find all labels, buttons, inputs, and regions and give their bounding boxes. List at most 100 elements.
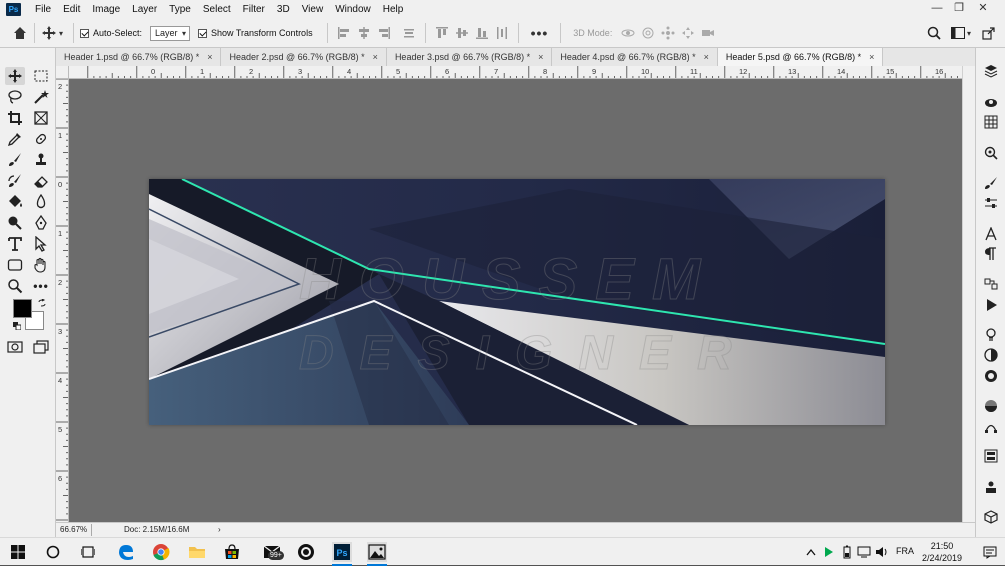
3d-orbit-icon[interactable] [621, 26, 635, 40]
menu-select[interactable]: Select [197, 0, 237, 19]
chrome-icon[interactable] [151, 542, 171, 562]
align-middle-icon[interactable] [455, 26, 469, 40]
clock[interactable]: 21:50 2/24/2019 [919, 540, 965, 564]
horizontal-ruler[interactable]: 0 1 2 3 4 5 6 7 8 9 10 11 12 13 14 15 16 [69, 66, 962, 79]
paragraph-panel-icon[interactable] [984, 247, 998, 261]
foreground-color-swatch[interactable] [13, 299, 32, 318]
vertical-scrollbar[interactable] [962, 66, 975, 522]
character-panel-icon[interactable] [984, 227, 998, 241]
play-tray-icon[interactable] [822, 542, 836, 562]
more-options-icon[interactable]: ••• [531, 25, 549, 41]
cortana-search-icon[interactable] [43, 542, 63, 562]
close-window-button[interactable]: ✕ [972, 0, 994, 19]
photoshop-logo-icon[interactable]: Ps [6, 3, 21, 16]
store-icon[interactable] [222, 542, 242, 562]
tab-header-1[interactable]: Header 1.psd @ 66.7% (RGB/8) * × [56, 48, 222, 66]
menu-layer[interactable]: Layer [126, 0, 163, 19]
menu-3d[interactable]: 3D [271, 0, 296, 19]
3d-cube-icon[interactable] [984, 510, 998, 524]
eyedropper-tool-icon[interactable] [5, 130, 25, 148]
auto-select-checkbox[interactable] [80, 28, 89, 38]
paths-panel-icon[interactable] [984, 419, 998, 433]
tab-header-5[interactable]: Header 5.psd @ 66.7% (RGB/8) * × [717, 48, 884, 66]
artwork-canvas[interactable]: HOUSSEM DESIGNER [149, 179, 885, 425]
healing-brush-tool-icon[interactable] [31, 130, 51, 148]
channels-panel-icon[interactable] [984, 115, 998, 129]
menu-type[interactable]: Type [163, 0, 197, 19]
marquee-tool-icon[interactable] [31, 67, 51, 85]
align-center-icon[interactable] [357, 26, 371, 40]
default-colors-icon[interactable] [13, 322, 22, 331]
distribute-vertical-icon[interactable] [495, 26, 509, 40]
brush-tool-icon[interactable] [5, 151, 25, 169]
zoom-tool-icon[interactable] [5, 277, 25, 295]
close-tab-icon[interactable]: × [704, 48, 709, 66]
screen-mode-icon[interactable] [31, 338, 51, 356]
hand-tool-icon[interactable] [31, 256, 51, 274]
zoom-level[interactable]: 66.67% [60, 524, 92, 536]
share-icon[interactable] [982, 26, 996, 40]
restore-button[interactable]: ❐ [948, 0, 970, 19]
file-explorer-icon[interactable] [187, 542, 207, 562]
align-left-icon[interactable] [337, 26, 351, 40]
notifications-icon[interactable] [980, 542, 1000, 562]
align-top-icon[interactable] [435, 26, 449, 40]
language-indicator[interactable]: FRA [896, 546, 914, 556]
navigator-panel-icon[interactable] [984, 146, 998, 160]
workspace-icon[interactable]: ▾ [951, 26, 973, 40]
photoshop-taskbar-icon[interactable]: Ps [332, 542, 352, 566]
3d-drag-icon[interactable] [661, 26, 675, 40]
distribute-icon[interactable] [402, 26, 416, 40]
obs-icon[interactable] [296, 542, 316, 562]
tab-header-2[interactable]: Header 2.psd @ 66.7% (RGB/8) * × [221, 48, 387, 66]
play-action-icon[interactable] [984, 298, 998, 312]
close-tab-icon[interactable]: × [207, 48, 212, 66]
pen-tool-icon[interactable] [31, 214, 51, 232]
layers-panel-icon[interactable] [984, 64, 998, 78]
lasso-tool-icon[interactable] [5, 88, 25, 106]
ruler-origin[interactable] [56, 66, 69, 79]
adjustments-panel-icon[interactable] [984, 196, 998, 210]
tab-header-3[interactable]: Header 3.psd @ 66.7% (RGB/8) * × [387, 48, 553, 66]
volume-icon[interactable] [875, 542, 889, 562]
dodge-tool-icon[interactable] [5, 214, 25, 232]
search-icon[interactable] [927, 26, 941, 40]
paint-bucket-tool-icon[interactable] [5, 193, 25, 211]
styles-panel-icon[interactable] [984, 399, 998, 413]
menu-help[interactable]: Help [377, 0, 410, 19]
move-tool-icon[interactable] [5, 67, 25, 85]
history-brush-tool-icon[interactable] [5, 172, 25, 190]
crop-tool-icon[interactable] [5, 109, 25, 127]
align-bottom-icon[interactable] [475, 26, 489, 40]
close-tab-icon[interactable]: × [869, 48, 874, 66]
task-view-icon[interactable] [78, 542, 98, 562]
rectangle-tool-icon[interactable] [5, 256, 25, 274]
auto-select-dropdown[interactable]: Layer ▾ [150, 25, 191, 41]
windows-start-icon[interactable] [8, 542, 28, 562]
menu-edit[interactable]: Edit [57, 0, 86, 19]
chevron-up-icon[interactable] [804, 542, 818, 562]
move-tool-preset-icon[interactable]: ▾ [41, 25, 67, 41]
close-tab-icon[interactable]: × [538, 48, 543, 66]
color-panel-icon[interactable] [984, 348, 998, 362]
menu-image[interactable]: Image [86, 0, 126, 19]
align-right-icon[interactable] [377, 26, 391, 40]
path-selection-tool-icon[interactable] [31, 235, 51, 253]
menu-window[interactable]: Window [329, 0, 377, 19]
canvas-area[interactable]: HOUSSEM DESIGNER [69, 79, 962, 522]
battery-icon[interactable] [840, 542, 854, 562]
swap-colors-icon[interactable] [38, 298, 46, 307]
3d-camera-icon[interactable] [701, 26, 715, 40]
blur-tool-icon[interactable] [31, 193, 51, 211]
brushes-panel-icon[interactable] [984, 176, 998, 190]
tab-header-4[interactable]: Header 4.psd @ 66.7% (RGB/8) * × [552, 48, 718, 66]
menu-file[interactable]: File [29, 0, 57, 19]
eraser-tool-icon[interactable] [31, 172, 51, 190]
timeline-panel-icon[interactable] [984, 277, 998, 291]
status-menu-icon[interactable]: › [218, 524, 221, 536]
properties-panel-icon[interactable] [984, 328, 998, 342]
menu-filter[interactable]: Filter [237, 0, 271, 19]
mail-icon[interactable]: 99+ [260, 542, 284, 562]
vertical-ruler[interactable]: 2 1 0 1 2 3 4 5 6 [56, 79, 69, 522]
3d-roll-icon[interactable] [641, 26, 655, 40]
